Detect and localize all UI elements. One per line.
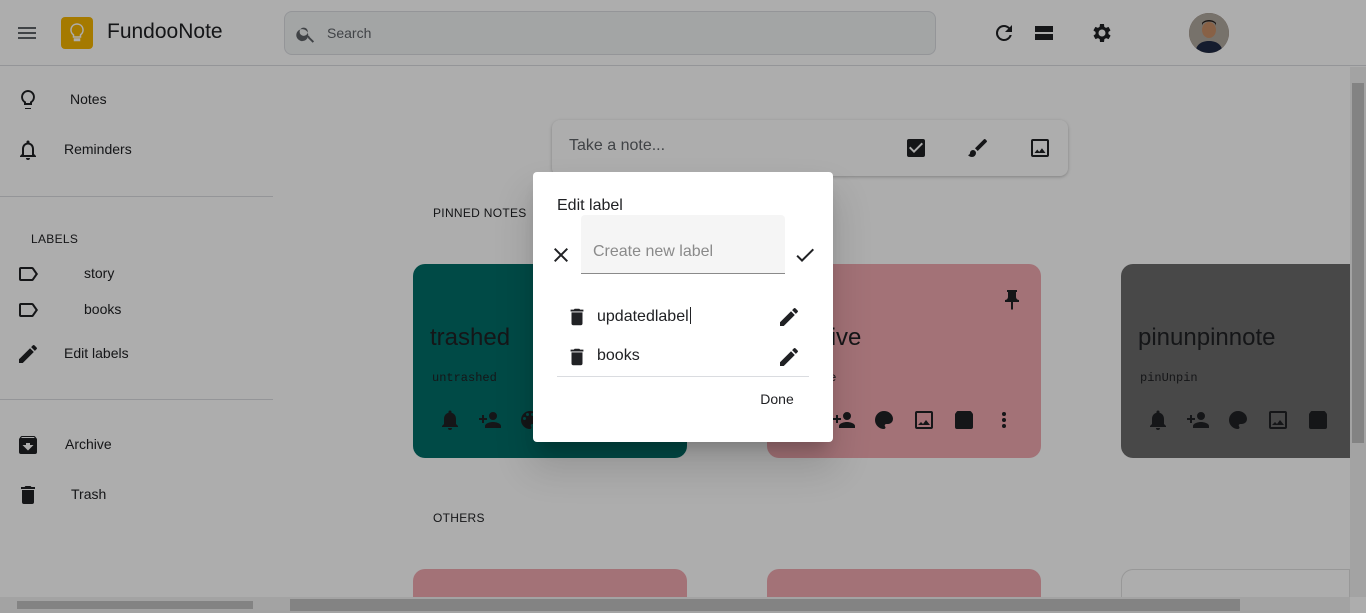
trash-icon[interactable]: [566, 306, 588, 328]
label-name[interactable]: updatedlabel: [597, 307, 691, 326]
label-row: updatedlabel: [557, 295, 809, 335]
dialog-divider: [557, 376, 809, 377]
check-icon[interactable]: [793, 243, 817, 267]
pencil-icon[interactable]: [777, 305, 801, 329]
done-button[interactable]: Done: [749, 386, 805, 412]
new-label-input[interactable]: [593, 241, 778, 263]
label-row: books: [557, 335, 809, 375]
trash-icon[interactable]: [566, 346, 588, 368]
close-icon[interactable]: [549, 243, 573, 267]
edit-label-dialog: Edit label updatedlabel books Done: [533, 172, 833, 442]
new-label-field[interactable]: [581, 215, 785, 274]
label-name-text: updatedlabel: [597, 308, 689, 325]
text-caret: [689, 307, 691, 324]
dialog-title: Edit label: [557, 197, 623, 214]
pencil-icon[interactable]: [777, 345, 801, 369]
label-name[interactable]: books: [597, 347, 640, 365]
